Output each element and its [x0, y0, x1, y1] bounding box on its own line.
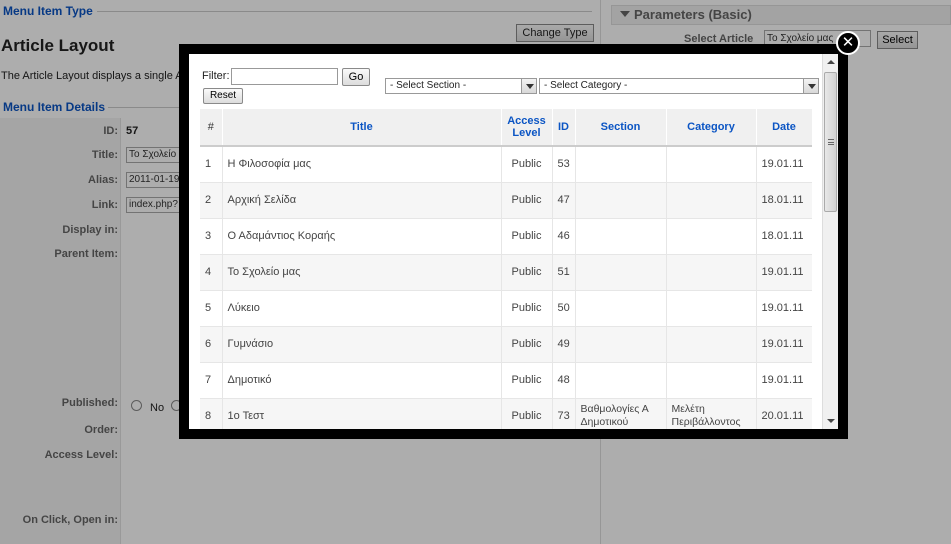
- col-id-header[interactable]: ID: [552, 109, 576, 147]
- row-num: 4: [200, 254, 223, 291]
- row-section: [575, 254, 667, 291]
- row-title-link[interactable]: Αρχική Σελίδα: [222, 182, 502, 219]
- row-id: 50: [552, 290, 576, 327]
- row-title-link[interactable]: Το Σχολείο μας: [222, 254, 502, 291]
- row-id: 49: [552, 326, 576, 363]
- row-date: 18.01.11: [756, 218, 812, 255]
- row-id: 46: [552, 218, 576, 255]
- row-category: [666, 362, 757, 399]
- table-row: 3 Ο Αδαμάντιος Κοραής Public 46 18.01.11: [200, 218, 812, 255]
- row-num: 3: [200, 218, 223, 255]
- table-row: 2 Αρχική Σελίδα Public 47 18.01.11: [200, 182, 812, 219]
- row-id: 53: [552, 146, 576, 183]
- row-section: [575, 146, 667, 183]
- col-num-header: #: [200, 109, 223, 147]
- article-select-modal: Filter: Go Reset - Select Section - - Se…: [179, 44, 848, 439]
- row-num: 2: [200, 182, 223, 219]
- table-row: 1 Η Φιλοσοφία μας Public 53 19.01.11: [200, 146, 812, 183]
- row-id: 47: [552, 182, 576, 219]
- col-section-header[interactable]: Section: [575, 109, 667, 147]
- row-section: Βαθμολογίες Α Δημοτικού: [575, 398, 667, 429]
- row-title-link[interactable]: Δημοτικό: [222, 362, 502, 399]
- row-title-link[interactable]: Η Φιλοσοφία μας: [222, 146, 502, 183]
- row-category: [666, 218, 757, 255]
- filter-input[interactable]: [231, 68, 338, 85]
- row-category: [666, 254, 757, 291]
- col-category-header[interactable]: Category: [666, 109, 757, 147]
- row-access: Public: [501, 146, 553, 183]
- dropdown-arrow-icon[interactable]: [803, 79, 818, 93]
- row-category: [666, 182, 757, 219]
- row-date: 19.01.11: [756, 290, 812, 327]
- table-row: 4 Το Σχολείο μας Public 51 19.01.11: [200, 254, 812, 291]
- category-select[interactable]: - Select Category -: [539, 78, 819, 94]
- row-date: 19.01.11: [756, 362, 812, 399]
- vertical-scrollbar[interactable]: [822, 54, 838, 429]
- row-title-link[interactable]: 1ο Τεστ: [222, 398, 502, 429]
- row-date: 19.01.11: [756, 146, 812, 183]
- row-section: [575, 182, 667, 219]
- close-icon[interactable]: ✕: [836, 31, 860, 55]
- row-num: 7: [200, 362, 223, 399]
- dropdown-arrow-icon[interactable]: [521, 79, 536, 93]
- go-button[interactable]: Go: [342, 68, 370, 86]
- scroll-down-arrow-icon[interactable]: [823, 413, 838, 429]
- category-select-value: - Select Category -: [544, 80, 628, 91]
- row-date: 19.01.11: [756, 254, 812, 291]
- row-section: [575, 362, 667, 399]
- articles-table-wrap: # Title Access Level ID Section Category …: [200, 109, 812, 429]
- row-access: Public: [501, 290, 553, 327]
- row-date: 18.01.11: [756, 182, 812, 219]
- row-section: [575, 218, 667, 255]
- row-access: Public: [501, 182, 553, 219]
- col-access-line1: Access: [507, 115, 546, 127]
- row-access: Public: [501, 326, 553, 363]
- row-access: Public: [501, 254, 553, 291]
- row-section: [575, 326, 667, 363]
- modal-content: Filter: Go Reset - Select Section - - Se…: [189, 54, 838, 429]
- row-section: [575, 290, 667, 327]
- table-row: 5 Λύκειο Public 50 19.01.11: [200, 290, 812, 327]
- col-access-header[interactable]: Access Level: [501, 109, 553, 147]
- row-id: 51: [552, 254, 576, 291]
- row-access: Public: [501, 218, 553, 255]
- row-title-link[interactable]: Ο Αδαμάντιος Κοραής: [222, 218, 502, 255]
- filter-label: Filter:: [202, 70, 230, 82]
- row-access: Public: [501, 398, 553, 429]
- section-select[interactable]: - Select Section -: [385, 78, 537, 94]
- row-date: 20.01.11: [756, 398, 812, 429]
- row-title-link[interactable]: Λύκειο: [222, 290, 502, 327]
- table-row: 8 1ο Τεστ Public 73 Βαθμολογίες Α Δημοτι…: [200, 398, 812, 429]
- row-id: 48: [552, 362, 576, 399]
- row-access: Public: [501, 362, 553, 399]
- col-date-header[interactable]: Date: [756, 109, 812, 147]
- section-select-value: - Select Section -: [390, 80, 467, 91]
- row-title-link[interactable]: Γυμνάσιο: [222, 326, 502, 363]
- articles-table: # Title Access Level ID Section Category …: [200, 109, 812, 429]
- reset-button[interactable]: Reset: [203, 88, 243, 104]
- table-header-row: # Title Access Level ID Section Category …: [200, 109, 812, 147]
- row-category: [666, 326, 757, 363]
- row-category: [666, 146, 757, 183]
- scroll-up-arrow-icon[interactable]: [823, 54, 838, 70]
- grip-icon: [828, 139, 834, 145]
- row-category: [666, 290, 757, 327]
- row-num: 8: [200, 398, 223, 429]
- row-num: 5: [200, 290, 223, 327]
- table-row: 6 Γυμνάσιο Public 49 19.01.11: [200, 326, 812, 363]
- col-title-header[interactable]: Title: [222, 109, 502, 147]
- row-category: Μελέτη Περιβάλλοντος: [666, 398, 757, 429]
- row-date: 19.01.11: [756, 326, 812, 363]
- row-num: 6: [200, 326, 223, 363]
- row-id: 73: [552, 398, 576, 429]
- col-access-line2: Level: [512, 127, 541, 139]
- row-num: 1: [200, 146, 223, 183]
- table-row: 7 Δημοτικό Public 48 19.01.11: [200, 362, 812, 399]
- scrollbar-thumb[interactable]: [824, 72, 837, 212]
